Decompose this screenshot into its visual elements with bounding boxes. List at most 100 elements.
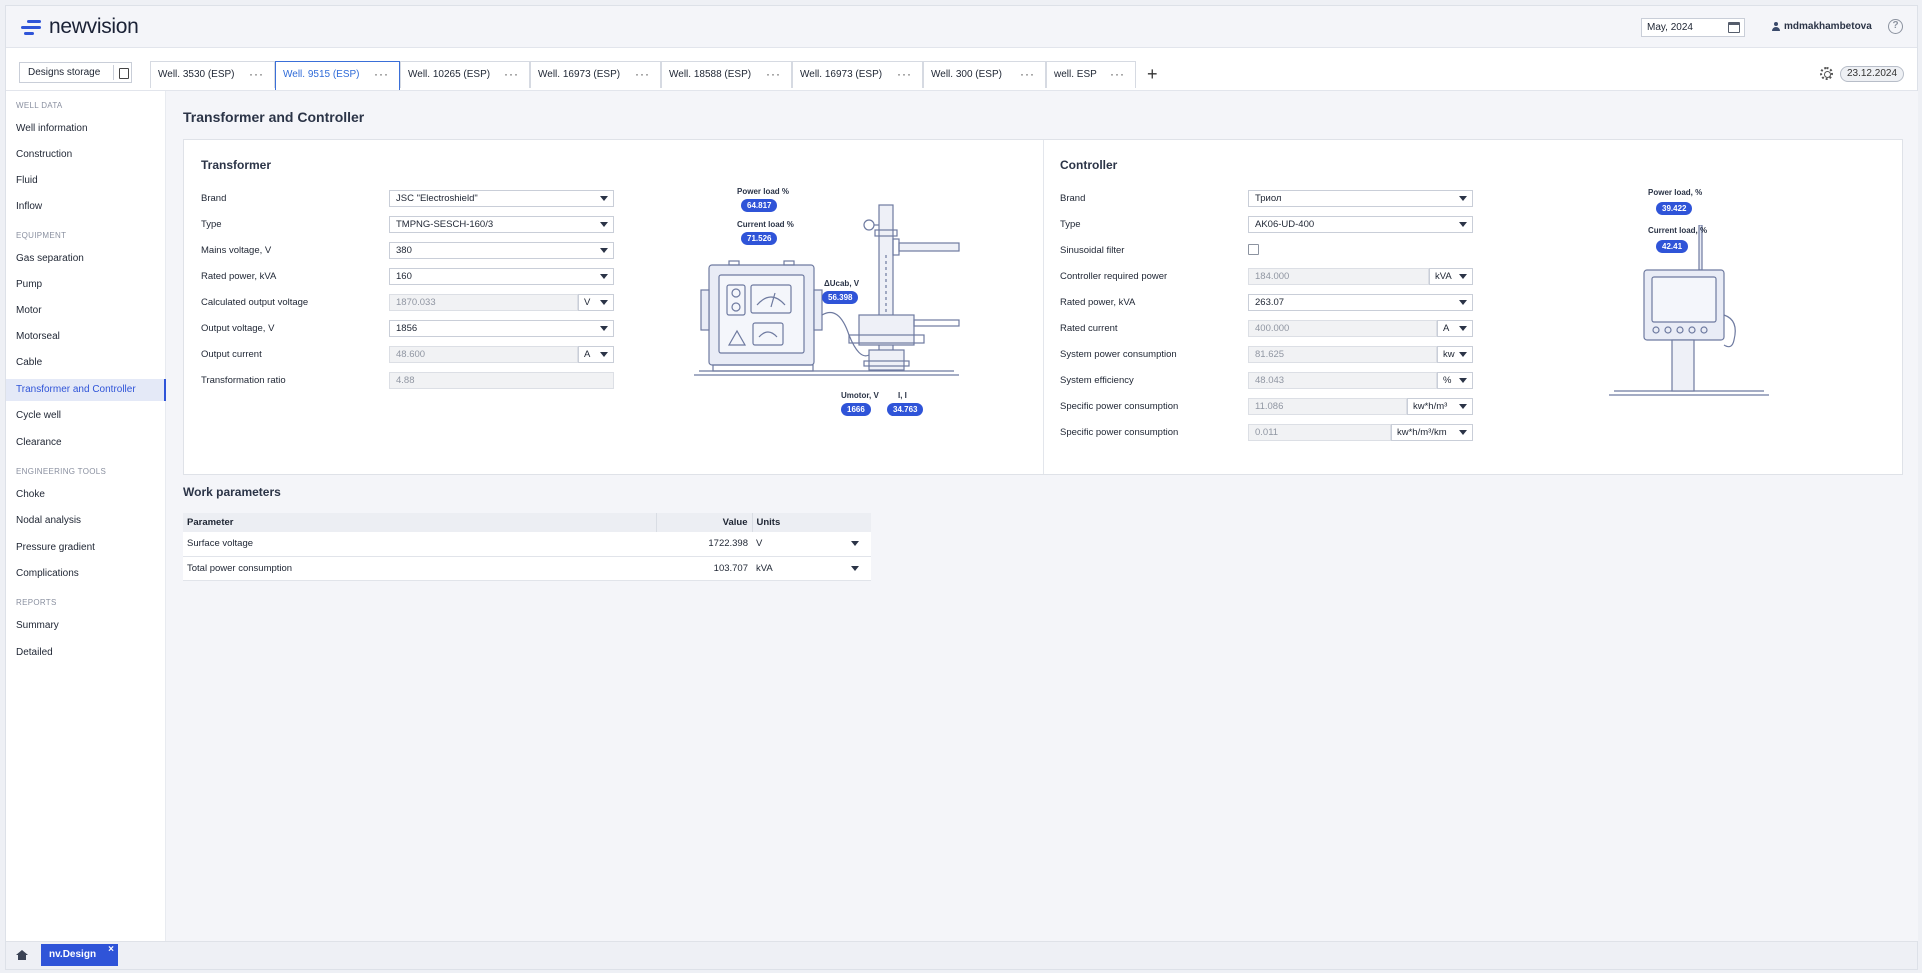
tab-menu-icon[interactable]: ··· xyxy=(249,67,264,81)
chevron-down-icon xyxy=(600,352,608,357)
tab-menu-icon[interactable]: ··· xyxy=(1110,67,1125,81)
tab-well-300[interactable]: Well. 300 (ESP) ··· xyxy=(923,61,1046,88)
unit-value: kw xyxy=(1443,349,1455,360)
nv-design-tab[interactable]: nv.Design × xyxy=(41,944,118,966)
system-efficiency-field: 48.043 xyxy=(1248,372,1437,389)
controller-required-power-label: Controller required power xyxy=(1060,271,1168,282)
tab-well-16973-b[interactable]: Well. 16973 (ESP) ··· xyxy=(792,61,923,88)
well-tabs-bar: Designs storage Well. 3530 (ESP) ··· Wel… xyxy=(6,48,1917,91)
controller-rated-power-select[interactable]: 263.07 xyxy=(1248,294,1473,311)
controller-brand-select[interactable]: Триол xyxy=(1248,190,1473,207)
calendar-icon[interactable] xyxy=(1728,22,1740,33)
transformer-type-label: Type xyxy=(201,219,222,230)
tab-menu-icon[interactable]: ··· xyxy=(504,67,519,81)
sidebar-item-choke[interactable]: Choke xyxy=(6,484,166,506)
mains-voltage-select[interactable]: 380 xyxy=(389,242,614,259)
field-value: JSC "Electroshield" xyxy=(396,193,478,204)
date-badge[interactable]: 23.12.2024 xyxy=(1840,66,1904,82)
period-date-input[interactable]: May, 2024 xyxy=(1641,18,1745,37)
controller-type-select[interactable]: AK06-UD-400 xyxy=(1248,216,1473,233)
help-icon[interactable]: ? xyxy=(1888,19,1903,34)
field-value: 263.07 xyxy=(1255,297,1285,308)
tab-menu-icon[interactable]: ··· xyxy=(374,67,389,81)
chevron-down-icon xyxy=(1459,222,1467,227)
sidebar-item-transformer-controller[interactable]: Transformer and Controller xyxy=(6,379,166,401)
calc-output-voltage-field: 1870.033 xyxy=(389,294,578,311)
system-power-unit-select[interactable]: kw xyxy=(1437,346,1473,363)
header-value: Value xyxy=(656,513,753,532)
transformer-rated-power-select[interactable]: 160 xyxy=(389,268,614,285)
unit-value: kw*h/m³/km xyxy=(1397,427,1447,438)
user-icon xyxy=(1772,22,1780,31)
transformer-rated-power-label: Rated power, kVA xyxy=(201,271,277,282)
calc-output-voltage-unit-select[interactable]: V xyxy=(578,294,614,311)
card-divider xyxy=(1043,140,1044,474)
required-power-unit-select[interactable]: kVA xyxy=(1429,268,1473,285)
chevron-down-icon xyxy=(600,274,608,279)
param-unit-select[interactable]: kVA xyxy=(752,556,871,581)
designs-storage-button[interactable]: Designs storage xyxy=(19,62,132,83)
tab-menu-icon[interactable]: ··· xyxy=(766,67,781,81)
tab-menu-icon[interactable]: ··· xyxy=(897,67,912,81)
param-unit-select[interactable]: V xyxy=(752,532,871,557)
top-header: newvision May, 2024 mdmakhambetova ? xyxy=(6,6,1917,48)
controller-brand-label: Brand xyxy=(1060,193,1086,204)
tab-well-9515[interactable]: Well. 9515 (ESP) ··· xyxy=(275,61,400,90)
specific-power-unit-select-1[interactable]: kw*h/m³ xyxy=(1407,398,1473,415)
output-current-unit-select[interactable]: A xyxy=(578,346,614,363)
param-name: Total power consumption xyxy=(183,556,656,581)
rated-current-unit-select[interactable]: A xyxy=(1437,320,1473,337)
page-title: Transformer and Controller xyxy=(183,109,365,125)
transformation-ratio-label: Transformation ratio xyxy=(201,375,286,386)
tab-well-10265[interactable]: Well. 10265 (ESP) ··· xyxy=(400,61,530,88)
chevron-down-icon xyxy=(1459,352,1467,357)
specific-power-unit-select-2[interactable]: kw*h/m³/km xyxy=(1391,424,1473,441)
sidebar-item-gas-separation[interactable]: Gas separation xyxy=(6,248,166,270)
add-tab-button[interactable]: + xyxy=(1147,65,1158,83)
chevron-down-icon xyxy=(600,326,608,331)
home-icon[interactable] xyxy=(16,950,28,960)
sidebar-item-construction[interactable]: Construction xyxy=(6,144,166,166)
sidebar-item-inflow[interactable]: Inflow xyxy=(6,196,166,218)
sidebar-item-well-information[interactable]: Well information xyxy=(6,118,166,140)
current-i-label: I, I xyxy=(898,391,907,400)
sidebar-item-nodal-analysis[interactable]: Nodal analysis xyxy=(6,510,166,532)
logo-text: newvision xyxy=(49,15,139,38)
tab-label: Well. 18588 (ESP) xyxy=(669,69,752,80)
settings-icon[interactable] xyxy=(1820,67,1833,80)
output-voltage-select[interactable]: 1856 xyxy=(389,320,614,337)
chevron-down-icon xyxy=(600,248,608,253)
chevron-down-icon xyxy=(1459,300,1467,305)
sidebar-item-clearance[interactable]: Clearance xyxy=(6,432,166,454)
sidebar-item-pump[interactable]: Pump xyxy=(6,274,166,296)
sidebar-item-summary[interactable]: Summary xyxy=(6,615,166,637)
sidebar-item-fluid[interactable]: Fluid xyxy=(6,170,166,192)
tab-label: well. ESP xyxy=(1054,69,1097,80)
transformer-power-load-badge: 64.817 xyxy=(741,199,778,212)
save-icon[interactable] xyxy=(113,65,129,80)
system-efficiency-unit-select[interactable]: % xyxy=(1437,372,1473,389)
tab-well-3530[interactable]: Well. 3530 (ESP) ··· xyxy=(150,61,275,88)
tab-menu-icon[interactable]: ··· xyxy=(1020,67,1035,81)
sidebar-item-complications[interactable]: Complications xyxy=(6,563,166,585)
calc-output-voltage-label: Calculated output voltage xyxy=(201,297,309,308)
sidebar-item-pressure-gradient[interactable]: Pressure gradient xyxy=(6,537,166,559)
transformer-type-select[interactable]: TMPNG-SESCH-160/3 xyxy=(389,216,614,233)
sinusoidal-filter-checkbox[interactable] xyxy=(1248,244,1259,255)
tab-well-esp[interactable]: well. ESP ··· xyxy=(1046,61,1136,88)
tab-well-16973[interactable]: Well. 16973 (ESP) ··· xyxy=(530,61,661,88)
close-icon[interactable]: × xyxy=(108,944,114,955)
tab-well-18588[interactable]: Well. 18588 (ESP) ··· xyxy=(661,61,792,88)
sidebar-item-cycle-well[interactable]: Cycle well xyxy=(6,405,166,427)
rated-current-field: 400.000 xyxy=(1248,320,1437,337)
system-power-label: System power consumption xyxy=(1060,349,1177,360)
tab-label: Well. 3530 (ESP) xyxy=(158,69,235,80)
sidebar-item-cable[interactable]: Cable xyxy=(6,352,166,374)
tab-menu-icon[interactable]: ··· xyxy=(635,67,650,81)
sidebar-item-detailed[interactable]: Detailed xyxy=(6,642,166,664)
logo[interactable]: newvision xyxy=(21,15,139,39)
sidebar-item-motor[interactable]: Motor xyxy=(6,300,166,322)
user-menu[interactable]: mdmakhambetova xyxy=(1772,21,1872,32)
sidebar-item-motorseal[interactable]: Motorseal xyxy=(6,326,166,348)
transformer-brand-select[interactable]: JSC "Electroshield" xyxy=(389,190,614,207)
